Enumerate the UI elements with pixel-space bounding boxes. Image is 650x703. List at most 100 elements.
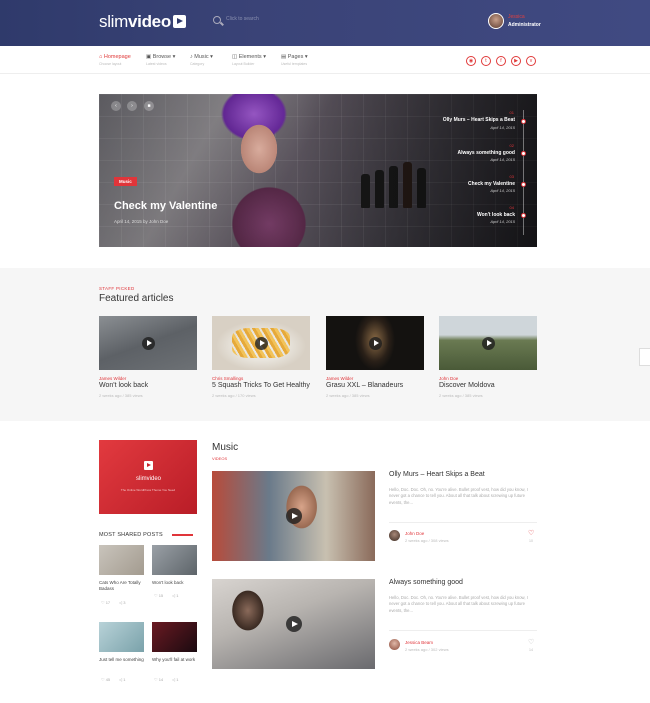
playlist-item-title[interactable]: Check my Valentine [415, 181, 515, 187]
playlist-dot[interactable] [521, 151, 526, 156]
hero-meta: April 14, 2015 by John Doe [114, 219, 169, 224]
play-icon[interactable] [481, 336, 495, 350]
hero-prev-button[interactable]: ‹ [111, 101, 121, 111]
post-shares: ◁ 3 [119, 600, 126, 605]
post-thumbnail[interactable] [99, 545, 144, 575]
card-author[interactable]: John Doe [439, 376, 458, 381]
post-thumbnail[interactable] [152, 545, 197, 575]
featured-kicker: STAFF PICKED [99, 286, 135, 291]
nav-sub: Latest videos [146, 62, 167, 66]
playlist-num: 01 [509, 110, 514, 115]
article-meta: 2 weeks ago / 308 views [405, 538, 449, 543]
post-thumbnail[interactable] [99, 622, 144, 652]
user-avatar[interactable] [488, 13, 504, 29]
views-count: 45 [105, 677, 111, 682]
play-icon[interactable] [141, 336, 155, 350]
article-excerpt: Hello, Doc. Doc. Oh, no. You're alive. B… [389, 487, 528, 505]
post-views: ♡ 45 [101, 677, 111, 682]
site-logo[interactable]: slimvideo [99, 12, 186, 32]
card-title[interactable]: Won't look back [99, 382, 148, 389]
search-icon[interactable] [213, 16, 221, 24]
playlist-dot[interactable] [521, 119, 526, 124]
post-caption[interactable]: Why you'll fail at work [152, 657, 198, 663]
card-title[interactable]: Discover Moldova [439, 382, 495, 389]
hero-pause-button[interactable]: ■ [144, 101, 154, 111]
card-thumbnail[interactable] [212, 316, 310, 370]
search-input[interactable]: Click to search [226, 16, 259, 22]
nav-item-pages[interactable]: ▤ Pages ▾ Useful templates [281, 54, 308, 66]
article-excerpt: Hello, Doc. Doc. Oh, no. You're alive. B… [389, 595, 528, 613]
playlist-dot[interactable] [521, 213, 526, 218]
article-author[interactable]: Jessica Beam [405, 640, 433, 645]
post-caption[interactable]: Won't look back [152, 580, 198, 586]
heart-icon[interactable]: ♡ [528, 638, 534, 646]
hero-category-tag[interactable]: Music [114, 177, 137, 186]
nav-item-elements[interactable]: ◫ Elements ▾ Layout Builder [232, 54, 266, 66]
card-author[interactable]: James Wilder [99, 376, 126, 381]
card-title[interactable]: Grasu XXL – Blanadeurs [326, 382, 403, 389]
featured-title: Featured articles [99, 293, 174, 304]
article-title[interactable]: Olly Murs – Heart Skips a Beat [389, 471, 485, 478]
user-name[interactable]: Jessica [508, 14, 525, 20]
nav-label: Music [194, 54, 209, 60]
heart-icon[interactable]: ♡ [528, 529, 534, 537]
nav-item-homepage[interactable]: ⌂ Homepage Choose layout [99, 54, 131, 66]
card-thumbnail[interactable] [439, 316, 537, 370]
playlist-num: 04 [509, 205, 514, 210]
youtube-icon[interactable]: ▶ [511, 56, 521, 66]
top-header: slimvideo Click to search Jessica Admini… [0, 0, 650, 46]
facebook-icon[interactable]: f [496, 56, 506, 66]
card-thumbnail[interactable] [326, 316, 424, 370]
post-shares: ◁ 1 [172, 677, 179, 682]
music-section-sub: VIDEOS [212, 456, 228, 461]
promo-subtitle: The Online WordPress Theme You Need [120, 488, 176, 492]
nav-sub: Layout Builder [232, 62, 255, 66]
play-icon[interactable] [285, 508, 302, 524]
post-caption[interactable]: Cats Who Are Totally Badass [99, 580, 145, 592]
post-views: ♡ 14 [154, 677, 164, 682]
promo-logo: slimvideo [136, 476, 162, 482]
post-views: ♡ 15 [154, 593, 164, 598]
shares-count: 1 [123, 677, 126, 682]
play-icon[interactable] [368, 336, 382, 350]
play-icon[interactable] [285, 616, 302, 632]
twitter-icon[interactable]: t [481, 56, 491, 66]
playlist-num: 03 [509, 174, 514, 179]
hero-next-button[interactable]: › [127, 101, 137, 111]
author-avatar[interactable] [389, 639, 400, 650]
video-thumbnail[interactable] [212, 579, 375, 669]
card-author[interactable]: Chris Smallings [212, 376, 243, 381]
most-shared-title: MOST SHARED POSTS [99, 532, 163, 538]
playlist-item-title[interactable]: Always something good [415, 150, 515, 156]
most-shared-underline [172, 534, 193, 536]
nav-item-music[interactable]: ♪ Music ▾ Category [190, 54, 213, 66]
hero-title[interactable]: Check my Valentine [114, 200, 217, 212]
divider [389, 522, 537, 523]
views-count: 14 [158, 677, 164, 682]
playlist-date: April 14, 2015 [490, 219, 515, 224]
post-thumbnail[interactable] [152, 622, 197, 652]
post-views: ♡ 17 [101, 600, 111, 605]
divider [389, 630, 537, 631]
nav-label: Pages [287, 54, 304, 60]
rss-icon[interactable]: ◉ [466, 56, 476, 66]
shares-count: 1 [176, 677, 179, 682]
nav-item-browse[interactable]: ▣ Browse ▾ Latest videos [146, 54, 175, 66]
nav-sub: Category [190, 62, 205, 66]
video-thumbnail[interactable] [212, 471, 375, 561]
article-title[interactable]: Always something good [389, 579, 463, 586]
scroll-top-tab[interactable] [639, 348, 650, 366]
card-title[interactable]: 5 Squash Tricks To Get Healthy [212, 382, 310, 389]
card-thumbnail[interactable] [99, 316, 197, 370]
card-author[interactable]: James Wilder [326, 376, 353, 381]
like-count: 14 [529, 648, 533, 652]
vimeo-icon[interactable]: v [526, 56, 536, 66]
article-author[interactable]: John Doe [405, 531, 424, 536]
post-caption[interactable]: Just tell me something [99, 657, 145, 663]
author-avatar[interactable] [389, 530, 400, 541]
like-count: 10 [529, 539, 533, 543]
playlist-dot[interactable] [521, 182, 526, 187]
playlist-item-title[interactable]: Won't look back [415, 212, 515, 218]
playlist-item-title[interactable]: Olly Murs – Heart Skips a Beat [415, 117, 515, 123]
play-icon[interactable] [254, 336, 268, 350]
